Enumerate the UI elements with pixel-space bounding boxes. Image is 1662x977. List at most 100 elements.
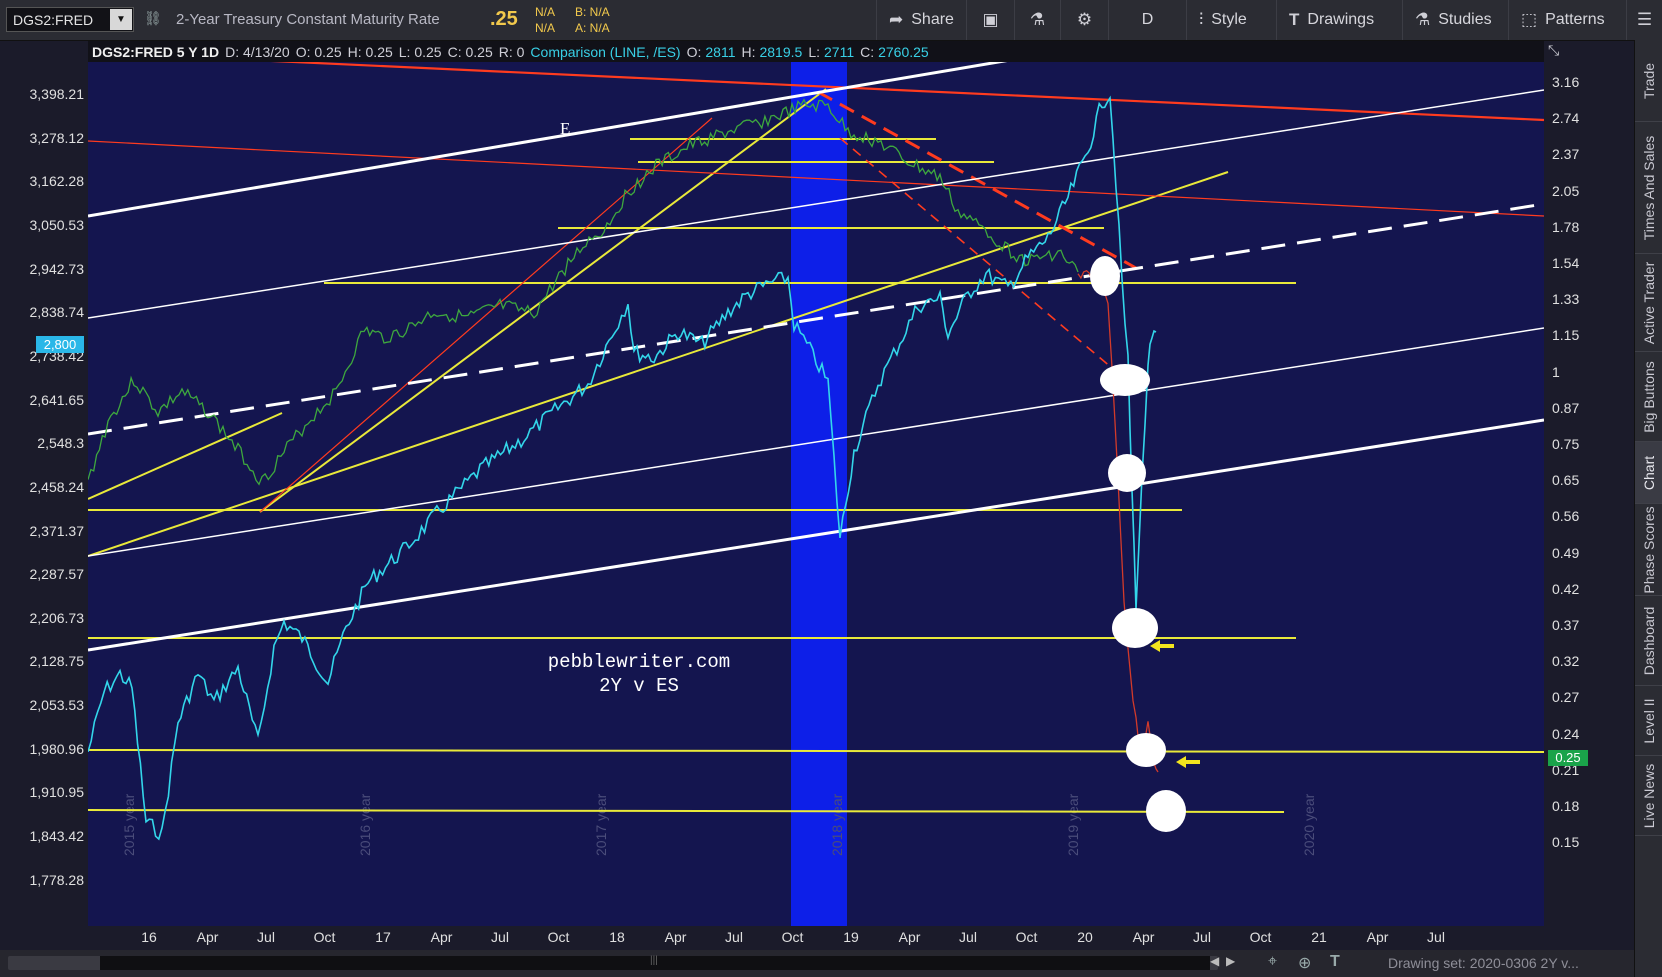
lab-button[interactable]: ⚗ [1014,0,1060,40]
target-oval[interactable] [1112,608,1158,648]
studies-button[interactable]: ⚗ Studies [1402,0,1508,40]
right-price-axis[interactable]: 3.16 2.74 2.37 2.05 1.78 1.54 1.33 1.15 1 0.87 0.7… [1544,62,1634,926]
cmp-high-label: H: [741,43,756,60]
right-axis-tick: 0.32 [1552,653,1580,670]
arrow-left-icon[interactable] [1150,640,1174,652]
year-watermark: 2015 year [121,793,137,856]
drawings-button[interactable]: T Drawings [1276,0,1402,40]
scroll-left-icon[interactable]: ◀ [1210,954,1219,968]
patterns-button[interactable]: ⬚ Patterns [1508,0,1626,40]
side-tab-label: Trade [1641,62,1657,99]
period-button[interactable]: D [1108,0,1186,40]
ask-value: A: N/A [575,21,610,35]
last-price: .25 [490,8,518,30]
crosshair-icon[interactable]: ⌖ [1268,953,1277,971]
time-axis-tick: 16 [141,929,157,945]
comparison-label: Comparison (LINE, /ES) [530,43,681,60]
drawing-set-label[interactable]: Drawing set: 2020-0306 2Y v... [1388,955,1579,971]
net-change-block: N/A N/A [535,4,555,36]
time-axis-tick: Jul [491,929,509,945]
chart-plot-area[interactable]: 2015 year 2016 year 2017 year 2018 year 2019… [88,62,1544,926]
link-icon[interactable]: ⛓ [144,10,162,27]
camera-icon: ▣ [982,10,999,29]
side-tab-times-and-sales[interactable]: Times And Sales [1635,122,1662,254]
right-axis-tick: 0.15 [1552,834,1580,851]
side-tab-level-ii[interactable]: Level II [1635,686,1662,756]
right-axis-tick: 0.18 [1552,798,1580,814]
side-tab-big-buttons[interactable]: Big Buttons [1635,352,1662,442]
symbol-dropdown-icon[interactable]: ▼ [110,9,132,30]
flask-icon: ⚗ [1029,10,1046,29]
right-axis-tick: 1.54 [1552,255,1580,271]
info-open: O: 0.25 [295,43,342,60]
bid-ask-block: B: N/A A: N/A [575,4,610,36]
style-button[interactable]: ⫶ Style [1186,0,1276,40]
left-axis-tick: 2,458.24 [29,478,85,495]
side-tab-live-news[interactable]: Live News [1635,756,1662,836]
side-tab-active-trader[interactable]: Active Trader [1635,254,1662,352]
left-axis-tick: 1,980.96 [29,740,85,757]
expand-icon[interactable]: ⤡ [1548,42,1559,59]
symbol-description: 2-Year Treasury Constant Maturity Rate [176,11,440,28]
right-axis-tick: 0.27 [1552,689,1580,706]
left-axis-tick: 2,942.73 [29,260,85,277]
arrow-left-icon[interactable] [1176,756,1200,768]
target-oval[interactable] [1146,790,1186,832]
net-change: N/A [535,5,556,19]
time-axis[interactable]: 16 Apr Jul Oct 17 Apr Jul Oct 18 Apr Jul Oct 19 Apr Ju… [88,926,1544,948]
h-line[interactable] [88,749,1544,753]
info-close: C: 0.25 [447,43,493,60]
side-tab-dashboard[interactable]: Dashboard [1635,596,1662,686]
year-watermark: 2016 year [357,793,373,856]
h-line[interactable] [88,809,1285,813]
trendline[interactable] [839,137,1113,369]
settings-button[interactable]: ⚙ [1060,0,1108,40]
drawings-label: Drawings [1307,11,1375,28]
left-axis-tick: 1,910.95 [29,784,85,801]
left-axis-tick: 3,162.28 [29,173,85,190]
zoom-icon[interactable]: ⊕ [1298,953,1311,973]
text-tool-icon: T [1289,10,1300,29]
side-tab-label: Times And Sales [1641,135,1657,240]
trendline[interactable] [88,412,283,500]
flask-icon: ⚗ [1415,10,1431,29]
time-axis-tick: Apr [430,929,453,945]
style-label: Style [1211,11,1247,28]
chart-canvas[interactable]: 2015 year 2016 year 2017 year 2018 year 2019… [88,62,1544,926]
side-tab-label: Live News [1641,763,1657,828]
right-axis-tick: 1.15 [1552,327,1580,344]
trendline[interactable] [208,62,1544,122]
annotation-e[interactable]: E [560,119,570,138]
side-tab-label: Dashboard [1641,606,1657,675]
trendline[interactable] [817,90,1137,270]
time-axis-tick: Oct [547,929,570,945]
scroll-right-icon[interactable]: ▶ [1226,954,1235,968]
left-axis-tick: 2,128.75 [29,653,85,670]
side-tab-phase-scores[interactable]: Phase Scores [1635,504,1662,596]
info-date: D: 4/13/20 [225,43,290,60]
share-button[interactable]: ➦ Share [876,0,966,40]
symbol-text[interactable]: DGS2:FRED [7,12,110,28]
right-axis-tick: 2.74 [1552,110,1580,127]
left-price-axis[interactable]: 3,398.21 3,278.12 3,162.28 3,050.53 2,942.73… [0,62,88,926]
side-tab-trade[interactable]: Trade [1635,40,1662,122]
time-axis-tick: Jul [959,929,977,945]
time-axis-tick: 17 [375,929,391,945]
symbol-selector[interactable]: DGS2:FRED ▼ [6,7,134,32]
side-tab-bar: Trade Times And Sales Active Trader Big But… [1634,40,1662,977]
target-oval[interactable] [1108,454,1146,492]
menu-button[interactable]: ☰ [1626,0,1662,40]
patterns-icon: ⬚ [1521,10,1538,29]
target-oval[interactable] [1090,256,1120,296]
snapshot-button[interactable]: ▣ [966,0,1014,40]
site-annotation[interactable]: pebblewriter.com [548,651,730,673]
time-axis-tick: Oct [1015,929,1038,945]
text-tool-icon[interactable]: T [1330,953,1340,971]
side-tab-chart[interactable]: Chart [1635,442,1662,504]
subtitle-annotation[interactable]: 2Y v ES [599,675,679,697]
target-oval[interactable] [1100,364,1150,396]
right-axis-tick: 0.42 [1552,580,1580,597]
studies-label: Studies [1438,11,1492,28]
right-axis-tick: 2.05 [1552,182,1580,199]
target-oval[interactable] [1126,733,1166,767]
